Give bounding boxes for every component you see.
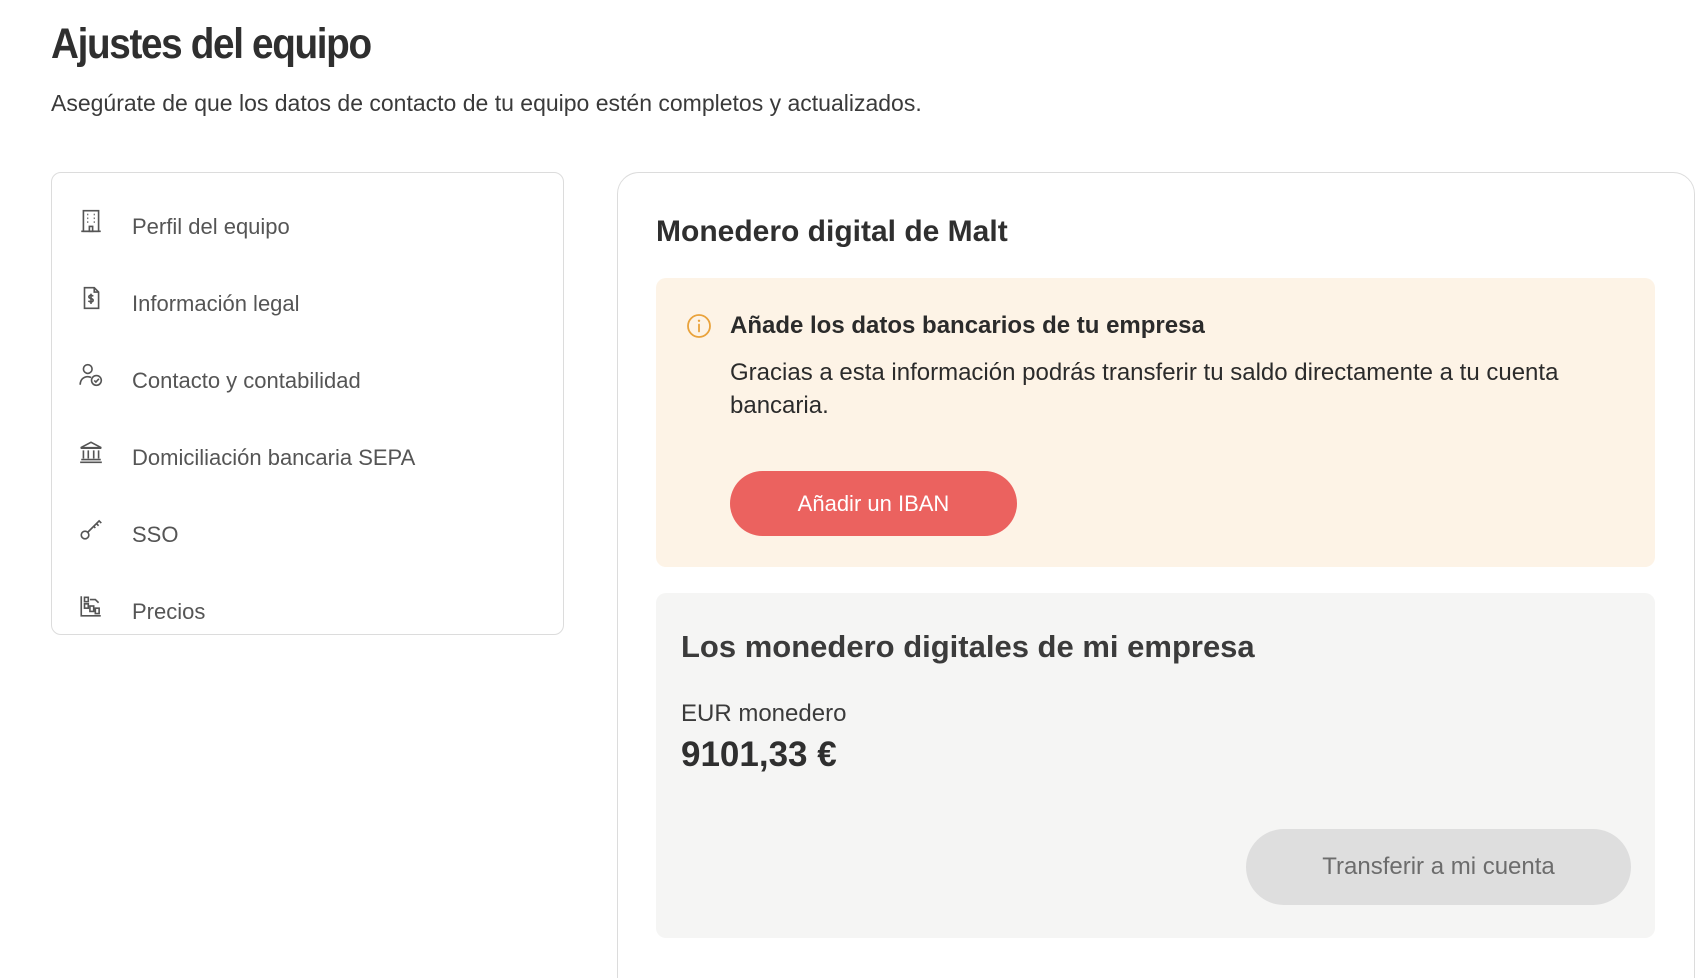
sidebar-item-label: Contacto y contabilidad (132, 367, 361, 393)
sidebar-item-team-profile[interactable]: Perfil del equipo (52, 188, 563, 265)
wallet-label: EUR monedero (681, 700, 847, 727)
sidebar-item-legal-info[interactable]: Información legal (52, 265, 563, 342)
page-title: Ajustes del equipo (51, 20, 372, 68)
info-icon (686, 313, 712, 339)
bank-details-alert: Añade los datos bancarios de tu empresa … (656, 278, 1655, 567)
sidebar-item-contact-accounting[interactable]: Contacto y contabilidad (52, 342, 563, 419)
company-wallets: Los monedero digitales de mi empresa EUR… (656, 593, 1655, 938)
pricing-icon (77, 592, 105, 620)
key-icon (77, 515, 105, 543)
building-icon (77, 207, 105, 235)
sidebar-item-label: Perfil del equipo (132, 213, 290, 239)
wallet-balance: 9101,33 € (681, 735, 837, 774)
transfer-to-account-button[interactable]: Transferir a mi cuenta (1246, 829, 1631, 905)
page-subtitle: Asegúrate de que los datos de contacto d… (51, 90, 922, 116)
wallet-card: Monedero digital de Malt Añade los datos… (617, 172, 1695, 978)
sidebar-item-label: Precios (132, 598, 206, 624)
sidebar-item-pricing[interactable]: Precios (52, 573, 563, 650)
sidebar-item-label: SSO (132, 521, 179, 547)
sidebar-item-label: Domiciliación bancaria SEPA (132, 444, 416, 470)
bank-icon (77, 438, 105, 466)
user-check-icon (77, 361, 105, 389)
settings-sidebar: Perfil del equipo Información legal Cont… (51, 172, 564, 635)
wallet-card-title: Monedero digital de Malt (656, 215, 1008, 248)
wallets-title: Los monedero digitales de mi empresa (681, 629, 1255, 664)
add-iban-button[interactable]: Añadir un IBAN (730, 471, 1017, 536)
alert-body: Gracias a esta información podrás transf… (730, 359, 1559, 419)
document-dollar-icon (77, 284, 105, 312)
alert-title: Añade los datos bancarios de tu empresa (730, 312, 1205, 339)
sidebar-item-sso[interactable]: SSO (52, 496, 563, 573)
sidebar-item-sepa[interactable]: Domiciliación bancaria SEPA (52, 419, 563, 496)
sidebar-item-label: Información legal (132, 290, 300, 316)
